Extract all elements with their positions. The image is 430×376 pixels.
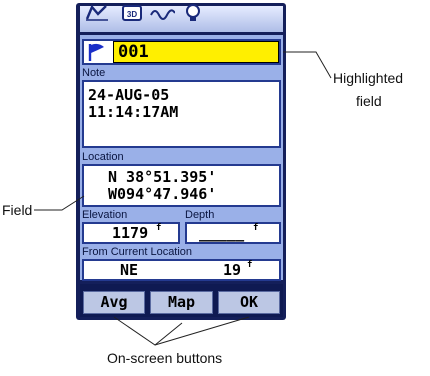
highlighted-callout-line2: field: [356, 93, 382, 109]
callout-lines: [34, 51, 332, 346]
highlight-callout-line: [283, 51, 332, 79]
buttons-callout-line-right: [154, 316, 250, 346]
field-callout: Field: [2, 202, 33, 218]
field-callout-line: [34, 195, 85, 211]
buttons-callout-line-left: [113, 316, 183, 346]
highlighted-callout-line1: Highlighted: [333, 70, 404, 86]
buttons-callout: On-screen buttons: [107, 350, 223, 366]
